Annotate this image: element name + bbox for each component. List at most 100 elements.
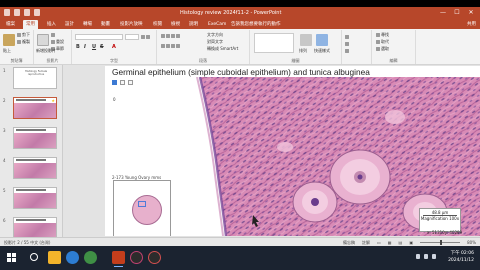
volume-icon[interactable] [424, 254, 428, 259]
font-name-input[interactable] [75, 34, 123, 40]
undo-icon[interactable] [14, 9, 20, 16]
align-right-icon [171, 44, 175, 48]
thumbnail-slide-3[interactable] [13, 127, 57, 149]
font-group: B I U S A 字型 [72, 30, 157, 64]
overview-viewport-rect[interactable] [138, 201, 146, 207]
select-button[interactable]: 選取 [376, 46, 389, 51]
align-buttons[interactable] [161, 43, 181, 48]
chrome-icon[interactable] [84, 251, 97, 264]
thumbnail-slide-4[interactable] [13, 157, 57, 179]
align-text-button[interactable]: 對齊文字 [207, 39, 223, 44]
cut-button[interactable]: 剪下 [17, 32, 30, 37]
tab-slideshow[interactable]: 投影片放映 [117, 20, 146, 29]
layout-icon [51, 33, 55, 37]
thumbnail-slide-6[interactable] [13, 217, 57, 239]
powerpoint-icon[interactable] [112, 251, 125, 267]
quick-access-toolbar [4, 9, 40, 16]
clipboard-group: 剪下 複製 貼上 剪貼簿 [0, 30, 34, 64]
replace-button[interactable]: 取代 [376, 39, 389, 44]
tab-execam[interactable]: ExeCam [205, 20, 229, 29]
save-icon[interactable] [4, 9, 10, 16]
bold-button[interactable]: B [76, 44, 80, 50]
edge-icon[interactable] [66, 251, 79, 264]
share-button[interactable]: 共用 [467, 20, 476, 29]
copy-label: 複製 [22, 39, 30, 44]
home-view-icon[interactable] [112, 80, 117, 85]
thumbnail-row[interactable]: 5 [0, 186, 63, 210]
shape-effects-button[interactable] [345, 48, 350, 53]
increase-indent-icon [176, 34, 180, 38]
arrange-button[interactable]: 排列 [299, 48, 307, 53]
tab-help[interactable]: 說明 [186, 20, 201, 29]
search-icon [376, 33, 380, 37]
reset-button[interactable]: 重設 [51, 39, 64, 44]
tab-transitions[interactable]: 轉場 [80, 20, 95, 29]
info-icon[interactable] [120, 80, 125, 85]
thumbnail-row[interactable]: 4 [0, 156, 63, 180]
close-button[interactable]: ✕ [464, 8, 478, 18]
quick-styles-button[interactable]: 快速樣式 [314, 48, 330, 53]
tab-file[interactable]: 檔案 [3, 20, 18, 29]
smartart-button[interactable]: 轉換成 SmartArt [207, 46, 238, 51]
font-color-button[interactable]: A [112, 44, 116, 50]
slide-thumbnail-pane[interactable]: 1 Histology Female reproductive 2 ★ 3 4 … [0, 65, 63, 239]
find-button[interactable]: 尋找 [376, 32, 389, 37]
overview-navigator[interactable] [113, 180, 171, 236]
quick-styles-icon[interactable] [316, 34, 328, 46]
arrange-icon[interactable] [300, 34, 312, 46]
drawing-group-label: 繪圖 [291, 58, 300, 63]
editing-group: 尋找 取代 選取 編輯 [372, 30, 416, 64]
shape-outline-button[interactable] [345, 41, 350, 46]
tab-design[interactable]: 設計 [62, 20, 77, 29]
paste-button[interactable]: 貼上 [3, 48, 11, 53]
tab-view[interactable]: 檢視 [168, 20, 183, 29]
paste-icon[interactable] [3, 34, 15, 46]
copy-button[interactable]: 複製 [17, 39, 30, 44]
thumbnail-row[interactable]: 3 [0, 126, 63, 150]
thumbnail-slide-1[interactable]: Histology Female reproductive [13, 67, 57, 89]
tell-me-search[interactable]: 告訴我您想要執行的動作 [228, 20, 284, 29]
zoom-slider[interactable] [420, 240, 461, 245]
tab-review[interactable]: 校閱 [150, 20, 165, 29]
file-explorer-icon[interactable] [48, 251, 61, 264]
italic-button[interactable]: I [84, 44, 86, 50]
new-slide-icon[interactable] [37, 34, 49, 46]
tab-animations[interactable]: 動畫 [98, 20, 113, 29]
bullets-button[interactable] [161, 33, 181, 38]
layout-button[interactable] [51, 32, 56, 37]
font-group-label: 字型 [110, 58, 118, 63]
system-clock[interactable]: 下午 02:06 2024/11/12 [448, 250, 474, 264]
thumbnail-slide-5[interactable] [13, 187, 57, 209]
grow-font-button[interactable] [141, 34, 151, 39]
search-icon[interactable] [30, 253, 38, 261]
slide-title[interactable]: Germinal epithelium (simple cuboidal epi… [112, 67, 370, 77]
fill-icon [345, 35, 349, 39]
windows-taskbar: 下午 02:06 2024/11/12 [0, 246, 480, 270]
network-icon[interactable] [416, 254, 420, 259]
tab-home[interactable]: 常用 [23, 20, 38, 29]
thumbnail-row[interactable]: 2 ★ [0, 96, 63, 120]
minimize-button[interactable]: — [436, 8, 450, 18]
app-icon-2[interactable] [148, 251, 161, 264]
clock-time: 下午 02:06 [450, 251, 474, 256]
redo-icon[interactable] [24, 9, 30, 16]
text-direction-button[interactable]: 文字方向 [207, 32, 223, 37]
thumbnail-row[interactable]: 1 Histology Female reproductive [0, 66, 63, 90]
new-slide-button[interactable]: 新增投影片 [36, 48, 56, 53]
windows-start-icon[interactable] [7, 253, 16, 262]
strikethrough-button[interactable]: S [100, 44, 104, 50]
font-size-input[interactable] [125, 34, 139, 40]
thumbnail-number: 1 [3, 68, 6, 73]
thumbnail-slide-2[interactable]: ★ [13, 97, 57, 119]
shape-fill-button[interactable] [345, 34, 350, 39]
align-left-icon [161, 44, 165, 48]
link-icon[interactable] [128, 80, 133, 85]
maximize-button[interactable]: ☐ [450, 8, 464, 18]
ime-icon[interactable] [432, 254, 436, 259]
present-icon[interactable] [34, 9, 40, 16]
underline-button[interactable]: U [92, 44, 96, 50]
shapes-gallery[interactable] [254, 33, 294, 53]
current-slide[interactable]: Germinal epithelium (simple cuboidal epi… [105, 66, 480, 236]
tab-insert[interactable]: 插入 [44, 20, 59, 29]
app-icon[interactable] [130, 251, 143, 264]
